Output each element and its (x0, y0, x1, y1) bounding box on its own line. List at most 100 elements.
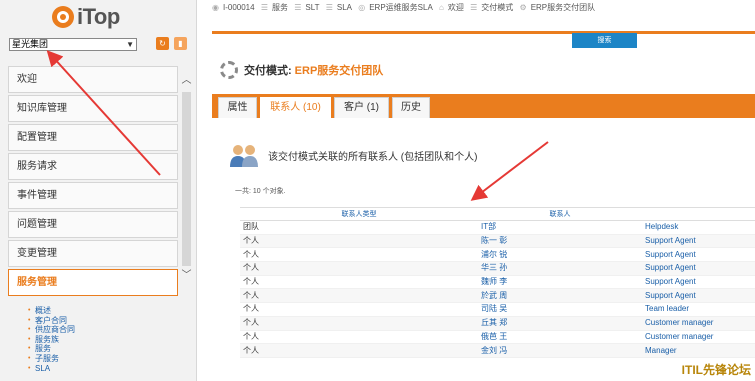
contact-link[interactable]: 丘其 郑 (478, 316, 642, 331)
role-link[interactable]: Support Agent (642, 288, 755, 304)
breadcrumb-item[interactable]: ERP服务交付团队 (531, 3, 595, 12)
role-link[interactable]: Team leader (642, 302, 755, 317)
table-row: 个人 陈一 彰 Support Agent (240, 234, 755, 249)
scrollbar-thumb[interactable] (182, 92, 191, 266)
contact-link[interactable]: 华三 孙 (478, 261, 642, 276)
submenu-item[interactable]: 子服务 (28, 354, 75, 364)
contact-type-cell: 个人 (240, 234, 478, 249)
list-icon: ☰ (294, 3, 302, 12)
service-submenu: 概述 客户合同 供应商合同 服务族 服务 子服务 SLA (28, 306, 75, 374)
forum-watermark: ITIL先锋论坛 (681, 363, 751, 377)
logo-text: iTop (77, 4, 120, 29)
detail-tabs: 属性 联系人 (10) 客户 (1) 历史 (212, 94, 755, 118)
menu-item-change[interactable]: 变更管理 (8, 240, 178, 267)
role-link[interactable]: Customer manager (642, 330, 755, 345)
column-header[interactable] (642, 207, 755, 221)
breadcrumb: ◉ I-000014 ☰ 服务 ☰ SLT ☰ SLA ◎ ERP运维服务SLA ⌂ 欢迎 … (206, 0, 755, 16)
tab-history[interactable]: 历史 (392, 97, 430, 118)
gear-icon: ⚙ (519, 3, 527, 12)
list-icon: ☰ (325, 3, 333, 12)
submenu-item[interactable]: 服务族 (28, 335, 75, 345)
tab-contacts[interactable]: 联系人 (10) (260, 97, 331, 118)
contact-type-cell: 个人 (240, 261, 478, 276)
object-count: 一共: 10 个对象. (235, 188, 286, 195)
page-title-prefix: 交付模式: (244, 65, 292, 77)
itop-logo: iTop (52, 4, 120, 29)
list-icon: ☰ (260, 3, 268, 12)
contact-link[interactable]: 魏师 李 (478, 275, 642, 290)
table-row: 个人 金刘 冯 Manager (240, 343, 755, 358)
header-divider (212, 31, 755, 34)
pin-button[interactable]: ▮ (174, 37, 187, 50)
contact-type-cell: 个人 (240, 343, 478, 358)
list-icon: ☰ (470, 3, 478, 12)
contact-type-cell: 个人 (240, 302, 478, 317)
breadcrumb-item[interactable]: 交付模式 (481, 3, 513, 12)
table-header-row: 联系人类型 联系人 (240, 207, 755, 221)
contact-type-cell: 个人 (240, 288, 478, 304)
chevron-up-icon[interactable]: ︿ (180, 74, 193, 88)
search-tab[interactable]: 搜索 (572, 33, 637, 48)
home-icon: ⌂ (439, 3, 444, 12)
role-link[interactable]: Customer manager (642, 316, 755, 331)
main-menu: 欢迎 知识库管理 配置管理 服务请求 事件管理 问题管理 变更管理 服务管理 (8, 66, 178, 298)
menu-item-problem[interactable]: 问题管理 (8, 211, 178, 238)
table-row: 个人 俄芭 王 Customer manager (240, 330, 755, 345)
left-navigation-pane: iTop 星光集团 ▼ ↻ ▮ 欢迎 知识库管理 配置管理 服务请求 事件管理 … (0, 0, 197, 381)
page-title-value: ERP服务交付团队 (294, 65, 384, 77)
role-link[interactable]: Support Agent (642, 234, 755, 249)
submenu-item[interactable]: 概述 (28, 306, 75, 316)
tab-customers[interactable]: 客户 (1) (334, 97, 389, 118)
column-header[interactable]: 联系人类型 (240, 207, 478, 221)
gear-icon (220, 61, 238, 79)
chevron-down-icon: ▼ (126, 40, 134, 49)
contact-link[interactable]: 金刘 冯 (478, 343, 642, 358)
breadcrumb-item[interactable]: 欢迎 (448, 3, 464, 12)
role-link[interactable]: Manager (642, 343, 755, 358)
menu-item-configuration[interactable]: 配置管理 (8, 124, 178, 151)
organization-select-value: 星光集团 (12, 39, 49, 49)
menu-item-service-request[interactable]: 服务请求 (8, 153, 178, 180)
breadcrumb-item[interactable]: SLA (337, 3, 352, 12)
submenu-item[interactable]: 客户合同 (28, 316, 75, 326)
menu-item-welcome[interactable]: 欢迎 (8, 66, 178, 93)
breadcrumb-item[interactable]: I-000014 (223, 3, 255, 12)
table-row: 个人 司陆 吴 Team leader (240, 302, 755, 317)
menu-scrollbar[interactable]: ︿ ﹀ (180, 66, 193, 381)
contacts-tab-content: 该交付模式关联的所有联系人 (包括团队和个人) 一共: 10 个对象. 联系人类… (212, 118, 755, 381)
chevron-down-icon[interactable]: ﹀ (180, 269, 193, 283)
submenu-item[interactable]: SLA (28, 364, 75, 374)
role-link[interactable]: Support Agent (642, 275, 755, 290)
menu-item-service-management[interactable]: 服务管理 (8, 269, 178, 296)
tab-attributes[interactable]: 属性 (218, 97, 257, 118)
refresh-button[interactable]: ↻ (156, 37, 169, 50)
menu-item-knowledge[interactable]: 知识库管理 (8, 95, 178, 122)
contact-link[interactable]: 浦尔 锐 (478, 247, 642, 263)
contact-link[interactable]: 司陆 吴 (478, 302, 642, 317)
role-link[interactable]: Support Agent (642, 247, 755, 263)
breadcrumb-item[interactable]: SLT (305, 3, 319, 12)
contact-link[interactable]: 俄芭 王 (478, 330, 642, 345)
contact-link[interactable]: IT部 (478, 220, 642, 235)
contacts-table: 联系人类型 联系人 团队 IT部 Helpdesk 个人 陈一 彰 Support Ag… (240, 207, 755, 358)
breadcrumb-item[interactable]: ERP运维服务SLA (369, 3, 433, 12)
logo-mark-icon (52, 6, 74, 28)
breadcrumb-icon: ◉ (212, 3, 219, 12)
submenu-item[interactable]: 供应商合同 (28, 325, 75, 335)
contact-type-cell: 团队 (240, 220, 478, 235)
role-link[interactable]: Helpdesk (642, 220, 755, 235)
main-content: ◉ I-000014 ☰ 服务 ☰ SLT ☰ SLA ◎ ERP运维服务SLA ⌂ 欢迎 … (206, 0, 755, 381)
table-row: 个人 浦尔 锐 Support Agent (240, 247, 755, 263)
organization-select[interactable]: 星光集团 ▼ (9, 38, 137, 51)
contact-link[interactable]: 於武 周 (478, 288, 642, 304)
column-header[interactable]: 联系人 (478, 207, 642, 221)
menu-item-incident[interactable]: 事件管理 (8, 182, 178, 209)
breadcrumb-item[interactable]: 服务 (272, 3, 288, 12)
contact-type-cell: 个人 (240, 316, 478, 331)
table-row: 个人 魏师 李 Support Agent (240, 275, 755, 290)
doc-icon: ◎ (358, 3, 366, 12)
submenu-item[interactable]: 服务 (28, 344, 75, 354)
table-row: 团队 IT部 Helpdesk (240, 220, 755, 235)
role-link[interactable]: Support Agent (642, 261, 755, 276)
contact-link[interactable]: 陈一 彰 (478, 234, 642, 249)
